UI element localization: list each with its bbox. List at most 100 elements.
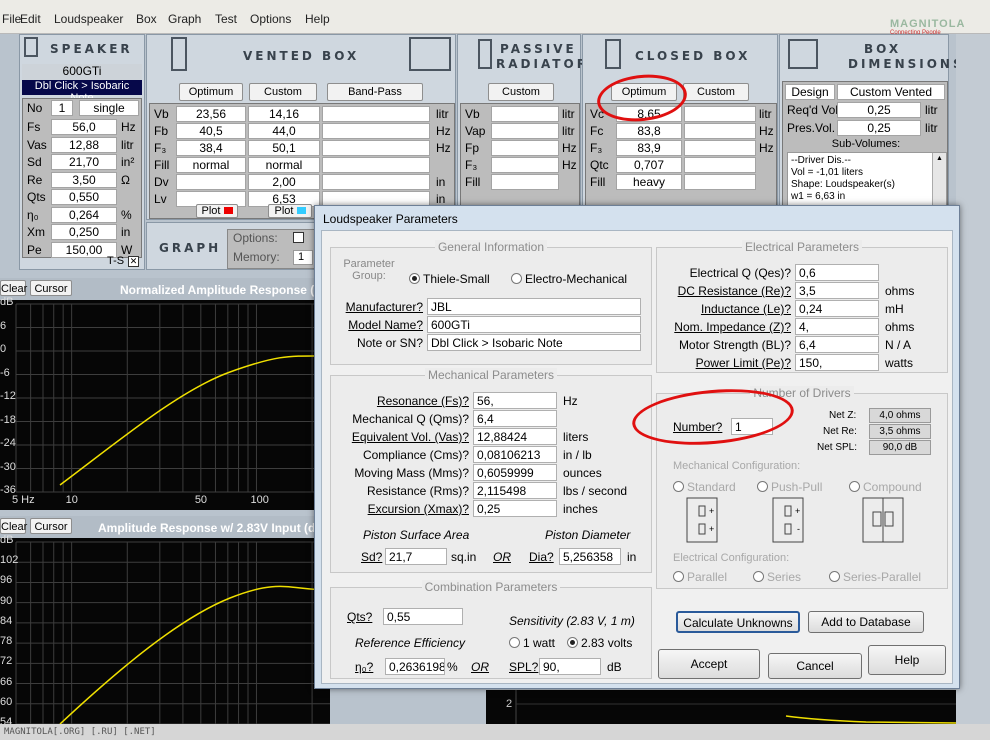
qts-input[interactable]: 0,55 [383, 608, 463, 625]
mech-field-input[interactable]: 0,25 [473, 500, 557, 517]
speaker-param-value[interactable]: 21,70 [51, 154, 117, 170]
design-value[interactable]: Custom Vented [837, 84, 945, 100]
mech-field-input[interactable]: 6,4 [473, 410, 557, 427]
closed-custom-value[interactable] [684, 106, 756, 122]
spl-label[interactable]: SPL? [509, 660, 538, 674]
mech-field-label[interactable]: Resonance (Fs)? [331, 394, 469, 408]
closed-custom-value[interactable] [684, 123, 756, 139]
closed-custom-button[interactable]: Custom [683, 83, 749, 101]
qts-label[interactable]: Qts? [347, 610, 372, 624]
vented-optimum-value[interactable]: 40,5 [176, 123, 246, 139]
radio-1-watt[interactable]: 1 watt [509, 636, 555, 650]
graph2-plot[interactable]: dB 102 96 90 84 78 72 66 60 54 [0, 534, 331, 728]
mech-field-input[interactable]: 0,08106213 [473, 446, 557, 463]
mech-field-input[interactable]: 2,115498 [473, 482, 557, 499]
graph1-clear-button[interactable]: Clear [0, 280, 27, 296]
mech-field-label[interactable]: Excursion (Xmax)? [331, 502, 469, 516]
n0-label[interactable]: η₀? [355, 660, 373, 674]
dia-input[interactable]: 5,256358 [559, 548, 621, 565]
elec-field-label[interactable]: Nom. Impedance (Z)? [657, 320, 791, 334]
vented-optimum-value[interactable]: normal [176, 157, 246, 173]
passive-custom-value[interactable] [491, 123, 559, 139]
vented-custom-value[interactable]: 2,00 [248, 174, 320, 190]
radio-thiele-small[interactable]: Thiele-Small [409, 272, 490, 286]
mode-value[interactable]: single [79, 100, 139, 116]
speaker-param-value[interactable]: 0,264 [51, 206, 117, 223]
closed-optimum-value[interactable]: 83,9 [616, 140, 682, 156]
speaker-param-value[interactable]: 56,0 [51, 119, 117, 135]
menu-test[interactable]: Test [215, 12, 237, 26]
graph1-plot[interactable]: dB 6 0 -6 -12 -18 -24 -30 -36 5 Hz 10 50 100 [0, 296, 331, 510]
speaker-param-value[interactable]: 0,250 [51, 224, 117, 240]
elec-field-label[interactable]: Inductance (Le)? [657, 302, 791, 316]
radio-series-parallel[interactable]: Series-Parallel [829, 570, 921, 584]
menu-help[interactable]: Help [305, 12, 330, 26]
speaker-note[interactable]: Dbl Click > Isobaric Note [22, 80, 142, 104]
mech-field-input[interactable]: 12,88424 [473, 428, 557, 445]
passive-custom-value[interactable] [491, 140, 559, 156]
radio-series[interactable]: Series [753, 570, 801, 584]
graph2-clear-button[interactable]: Clear [0, 518, 27, 534]
add-to-database-button[interactable]: Add to Database [808, 611, 924, 633]
mech-field-input[interactable]: 0,6059999 [473, 464, 557, 481]
vented-optimum-plot-button[interactable]: Plot [196, 204, 238, 218]
closed-optimum-value[interactable]: 0,707 [616, 157, 682, 173]
speaker-param-value[interactable]: 0,550 [51, 189, 117, 205]
spl-input[interactable]: 90, [539, 658, 601, 675]
menu-options[interactable]: Options [250, 12, 291, 26]
closed-custom-value[interactable] [684, 157, 756, 173]
elec-field-input[interactable]: 6,4 [795, 336, 879, 353]
sd-input[interactable]: 21,7 [385, 548, 447, 565]
help-button[interactable]: Help [868, 645, 946, 675]
graph1-cursor-button[interactable]: Cursor [30, 280, 72, 296]
vented-optimum-button[interactable]: Optimum [179, 83, 243, 101]
n0-input[interactable]: 0,2636198 [385, 658, 445, 675]
vented-optimum-value[interactable]: 23,56 [176, 106, 246, 122]
graph-options-checkbox[interactable] [293, 232, 304, 243]
bandpass-button[interactable]: Band-Pass [327, 83, 423, 101]
speaker-param-value[interactable]: 12,88 [51, 136, 117, 153]
sd-label[interactable]: Sd? [361, 550, 382, 564]
radio-standard[interactable]: Standard [673, 480, 736, 494]
closed-custom-value[interactable] [684, 174, 756, 190]
general-field-label[interactable]: Manufacturer? [331, 300, 423, 314]
elec-field-label[interactable]: Power Limit (Pe)? [657, 356, 791, 370]
radio-electro-mechanical[interactable]: Electro-Mechanical [511, 272, 627, 286]
vented-custom-value[interactable]: 50,1 [248, 140, 320, 156]
vented-custom-value[interactable]: 44,0 [248, 123, 320, 139]
mech-field-input[interactable]: 56, [473, 392, 557, 409]
elec-field-input[interactable]: 150, [795, 354, 879, 371]
vented-custom-value[interactable]: 14,16 [248, 106, 320, 122]
elec-field-label[interactable]: DC Resistance (Re)? [657, 284, 791, 298]
general-field-input[interactable]: Dbl Click > Isobaric Note [427, 334, 641, 351]
ts-checkbox[interactable]: ✕ [128, 256, 139, 267]
general-field-label[interactable]: Model Name? [331, 318, 423, 332]
radio-compound[interactable]: Compound [849, 480, 922, 494]
elec-field-input[interactable]: 4, [795, 318, 879, 335]
vented-custom-button[interactable]: Custom [249, 83, 317, 101]
calculate-unknowns-button[interactable]: Calculate Unknowns [676, 611, 800, 633]
general-field-input[interactable]: 600GTi [427, 316, 641, 333]
radio-push-pull[interactable]: Push-Pull [757, 480, 822, 494]
cancel-button[interactable]: Cancel [768, 653, 862, 679]
vented-custom-plot-button[interactable]: Plot [268, 204, 312, 218]
no-value[interactable]: 1 [51, 100, 73, 116]
accept-button[interactable]: Accept [658, 649, 760, 679]
passive-custom-button[interactable]: Custom [488, 83, 554, 101]
closed-optimum-value[interactable]: 83,8 [616, 123, 682, 139]
menu-loudspeaker[interactable]: Loudspeaker [54, 12, 123, 26]
general-field-input[interactable]: JBL [427, 298, 641, 315]
radio-parallel[interactable]: Parallel [673, 570, 727, 584]
menu-graph[interactable]: Graph [168, 12, 201, 26]
speaker-param-value[interactable]: 3,50 [51, 171, 117, 188]
closed-custom-value[interactable] [684, 140, 756, 156]
menu-file[interactable]: File [2, 12, 21, 26]
menu-box[interactable]: Box [136, 12, 157, 26]
passive-custom-value[interactable] [491, 157, 559, 173]
elec-field-input[interactable]: 0,24 [795, 300, 879, 317]
vented-custom-value[interactable]: normal [248, 157, 320, 173]
graph-memory-value[interactable]: 1 [293, 250, 313, 265]
menu-edit[interactable]: Edit [20, 12, 41, 26]
passive-custom-value[interactable] [491, 106, 559, 122]
vented-optimum-value[interactable]: 38,4 [176, 140, 246, 156]
